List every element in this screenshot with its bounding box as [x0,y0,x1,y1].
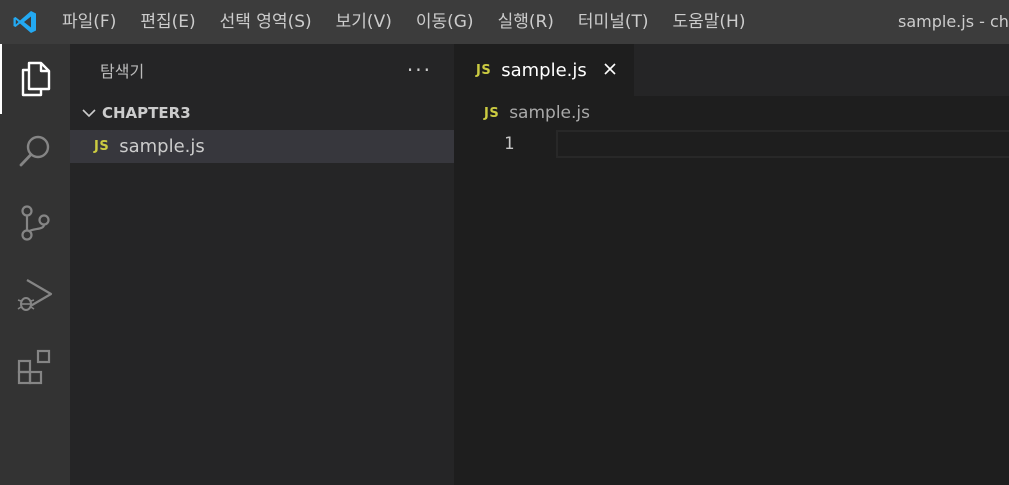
menu-terminal[interactable]: 터미널(T) [566,0,661,44]
file-item-sample-js[interactable]: JS sample.js [70,130,454,163]
vscode-logo-icon [0,0,50,44]
sidebar-title: 탐색기 [100,62,145,81]
window-title: sample.js - cha [898,12,1009,31]
chevron-down-icon[interactable] [78,105,100,121]
activity-bar [0,44,70,485]
more-actions-icon[interactable]: ··· [407,58,432,82]
breadcrumb[interactable]: JS sample.js [454,96,1009,130]
folder-chapter3[interactable]: CHAPTER3 [70,96,454,130]
current-line-highlight [556,130,1009,158]
js-file-icon: JS [484,105,500,121]
source-control-icon[interactable] [0,188,70,258]
line-number: 1 [504,134,515,154]
menu-selection[interactable]: 선택 영역(S) [208,0,324,44]
extensions-icon[interactable] [0,332,70,402]
menu-bar: 파일(F) 편집(E) 선택 영역(S) 보기(V) 이동(G) 실행(R) 터… [50,0,757,44]
menu-view[interactable]: 보기(V) [324,0,404,44]
menu-edit[interactable]: 편집(E) [128,0,207,44]
menu-run[interactable]: 실행(R) [486,0,566,44]
title-bar: 파일(F) 편집(E) 선택 영역(S) 보기(V) 이동(G) 실행(R) 터… [0,0,1009,44]
editor-tabs: JS sample.js [454,44,1009,96]
sidebar-header: 탐색기 ··· [70,44,454,96]
js-file-icon: JS [476,62,492,78]
close-icon[interactable] [600,59,620,79]
menu-file[interactable]: 파일(F) [50,0,128,44]
menu-help[interactable]: 도움말(H) [661,0,758,44]
explorer-icon[interactable] [0,44,70,114]
js-file-icon: JS [94,139,110,154]
menu-go[interactable]: 이동(G) [404,0,486,44]
tab-sample-js[interactable]: JS sample.js [454,44,634,96]
breadcrumb-file[interactable]: sample.js [509,103,590,123]
run-debug-icon[interactable] [0,260,70,330]
folder-label: CHAPTER3 [102,104,191,122]
search-icon[interactable] [0,116,70,186]
tab-label: sample.js [501,59,587,81]
code-editor[interactable]: 1 [454,130,1009,485]
file-label: sample.js [119,136,205,157]
explorer-sidebar: 탐색기 ··· CHAPTER3 JS sample.js [70,44,454,485]
